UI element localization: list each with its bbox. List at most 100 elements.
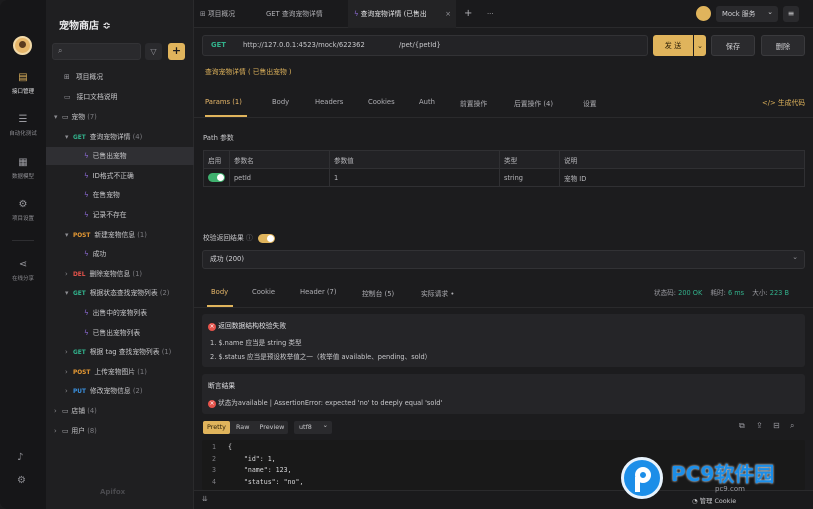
api-item[interactable]: ▾ GET 根据状态查找宠物列表 (2) xyxy=(46,284,194,302)
folder-icon: ▭ xyxy=(62,113,69,121)
req-tab[interactable]: Headers xyxy=(315,98,343,106)
new-tab-button[interactable]: + xyxy=(464,0,472,28)
table-header-row: 启用 参数名 参数值 类型 说明 xyxy=(203,150,805,169)
layout-icon[interactable]: ⇊ xyxy=(202,495,208,503)
bolt-icon: ϟ xyxy=(84,328,89,337)
project-switcher[interactable]: 宠物商店 ≎ xyxy=(59,17,111,32)
case-item[interactable]: ϟ 成功 xyxy=(46,245,194,263)
watermark-url: pc9.com xyxy=(715,485,745,493)
case-item[interactable]: ϟ ID格式不正确 xyxy=(46,167,194,185)
format-tab-pretty[interactable]: Pretty xyxy=(203,421,230,434)
param-value[interactable]: 1 xyxy=(329,168,500,187)
req-tab[interactable]: 前置操作 xyxy=(460,98,487,108)
chevron-icon[interactable]: ▾ xyxy=(65,128,73,146)
url-bar[interactable]: GET http://127.0.0.1:4523/mock/622362 /p… xyxy=(202,35,648,56)
env-menu-button[interactable]: ≡ xyxy=(783,6,799,22)
search-box[interactable]: ⌕ xyxy=(52,43,141,60)
chevron-down-icon: ⌄ xyxy=(767,8,773,16)
chevron-icon[interactable]: › xyxy=(65,343,73,361)
chevron-icon[interactable]: ▾ xyxy=(65,226,73,244)
api-item[interactable]: › GET 根据 tag 查找宠物列表 (1) xyxy=(46,343,194,361)
gear-icon[interactable]: ⚙ xyxy=(17,475,26,486)
req-tab[interactable]: Body xyxy=(272,98,289,106)
rail-item-api[interactable]: ▤ 接口管理 xyxy=(0,72,46,95)
chevron-icon[interactable]: › xyxy=(65,265,73,283)
env-selector[interactable]: Mock 服务 ⌄ xyxy=(716,6,778,22)
folder-item[interactable]: › ▭ 用户 (8) xyxy=(46,422,194,440)
copy-icon[interactable]: ⧉ xyxy=(739,421,745,431)
rail-item-test[interactable]: ☰ 自动化测试 xyxy=(0,114,46,137)
chevron-icon[interactable]: ▾ xyxy=(65,284,73,302)
tab-get-pet[interactable]: GET 查询宠物详情 xyxy=(260,0,346,28)
api-item[interactable]: › DEL 删除宠物信息 (1) xyxy=(46,265,194,283)
case-item[interactable]: ϟ 出售中的宠物列表 xyxy=(46,304,194,322)
case-item[interactable]: ϟ 已售出宠物列表 xyxy=(46,324,194,342)
req-tab[interactable]: Cookies xyxy=(368,98,395,106)
resp-tab[interactable]: Cookie xyxy=(252,288,275,296)
generate-code-link[interactable]: </> 生成代码 xyxy=(762,97,805,107)
folder-item[interactable]: › ▭ 店铺 (4) xyxy=(46,402,194,420)
tree-item-count: (4) xyxy=(132,132,143,141)
format-tab-raw[interactable]: Raw xyxy=(232,421,253,434)
add-button[interactable]: + xyxy=(168,43,185,60)
format-tab-preview[interactable]: Preview xyxy=(256,421,289,434)
more-tabs-button[interactable]: ··· xyxy=(487,0,493,28)
fold-icon[interactable]: ⊟ xyxy=(773,421,780,430)
rail-item-model[interactable]: ▦ 数据模型 xyxy=(0,157,46,180)
resp-tab[interactable]: 实际请求 • xyxy=(421,288,454,298)
encoding-select[interactable]: utf8 ⌄ xyxy=(294,421,332,434)
tab-overview[interactable]: ⊞ 项目概况 xyxy=(194,0,260,28)
api-item[interactable]: › POST 上传宠物图片 (1) xyxy=(46,363,194,381)
api-item[interactable]: › PUT 修改宠物信息 (2) xyxy=(46,382,194,400)
tab-label: GET 查询宠物详情 xyxy=(266,10,323,18)
case-item[interactable]: ϟ 在售宠物 xyxy=(46,186,194,204)
export-icon[interactable]: ⇪ xyxy=(756,421,763,430)
resp-tab[interactable]: Body xyxy=(211,288,228,296)
case-item[interactable]: ϟ 记录不存在 xyxy=(46,206,194,224)
resp-tab[interactable]: Header (7) xyxy=(300,288,337,296)
line-number: 2 xyxy=(212,454,216,463)
chevron-icon[interactable]: › xyxy=(65,363,73,381)
case-item[interactable]: ϟ 已售出宠物 xyxy=(46,147,194,166)
api-item[interactable]: ▾ POST 新建宠物信息 (1) xyxy=(46,226,194,244)
generate-code-label: 生成代码 xyxy=(777,99,806,107)
chevron-icon[interactable]: › xyxy=(54,422,62,440)
save-button[interactable]: 保存 xyxy=(711,35,755,56)
sidebar-item-docs[interactable]: ▭ 接口文档说明 xyxy=(46,88,194,106)
resp-tab[interactable]: 控制台 (5) xyxy=(362,288,394,298)
method-badge: POST xyxy=(73,369,91,376)
req-tab[interactable]: 后置操作 (4) xyxy=(514,98,553,108)
validate-toggle[interactable] xyxy=(257,233,275,243)
assertion-message: 状态为available | AssertionError: expected … xyxy=(218,399,443,407)
response-select[interactable]: 成功 (200) ⌄ xyxy=(202,250,805,269)
param-enabled-toggle[interactable] xyxy=(208,173,225,182)
folder-item[interactable]: ▾ ▭ 宠物 (7) xyxy=(46,108,194,126)
rail-item-settings[interactable]: ⚙ 项目设置 xyxy=(0,199,46,222)
send-button[interactable]: 发 送 xyxy=(653,35,693,56)
tab-case-sold[interactable]: ϟ 查询宠物详情 (已售出 × xyxy=(348,0,456,28)
api-item[interactable]: ▾ GET 查询宠物详情 (4) xyxy=(46,128,194,146)
watermark: PC9软件园 pc9.com xyxy=(621,455,811,507)
search-icon[interactable]: ⌕ xyxy=(790,421,794,431)
chevron-icon[interactable]: › xyxy=(54,402,62,420)
filter-button[interactable]: ▽ xyxy=(145,43,162,60)
rail-item-share[interactable]: ⋖ 在线分享 xyxy=(0,259,46,282)
req-tab[interactable]: 设置 xyxy=(583,98,597,108)
param-desc[interactable]: 宠物 ID xyxy=(559,168,805,187)
method-select[interactable]: GET xyxy=(211,36,226,55)
bell-icon[interactable]: ♪ xyxy=(17,452,23,463)
param-enabled-cell[interactable] xyxy=(203,168,230,187)
req-tab[interactable]: Params (1) xyxy=(205,98,242,106)
chevron-icon[interactable]: › xyxy=(65,382,73,400)
param-name[interactable]: petId xyxy=(229,168,330,187)
size-value: 223 B xyxy=(769,289,789,297)
param-type[interactable]: string xyxy=(499,168,560,187)
close-tab-icon[interactable]: × xyxy=(445,0,451,28)
user-avatar[interactable] xyxy=(13,36,32,55)
sidebar-item-overview[interactable]: ⊞ 项目概况 xyxy=(46,68,194,86)
chevron-icon[interactable]: ▾ xyxy=(54,108,62,126)
format-tabs: Pretty Raw Preview xyxy=(203,421,289,434)
req-tab[interactable]: Auth xyxy=(419,98,435,106)
send-dropdown-button[interactable]: ⌄ xyxy=(694,35,706,56)
delete-button[interactable]: 删除 xyxy=(761,35,805,56)
